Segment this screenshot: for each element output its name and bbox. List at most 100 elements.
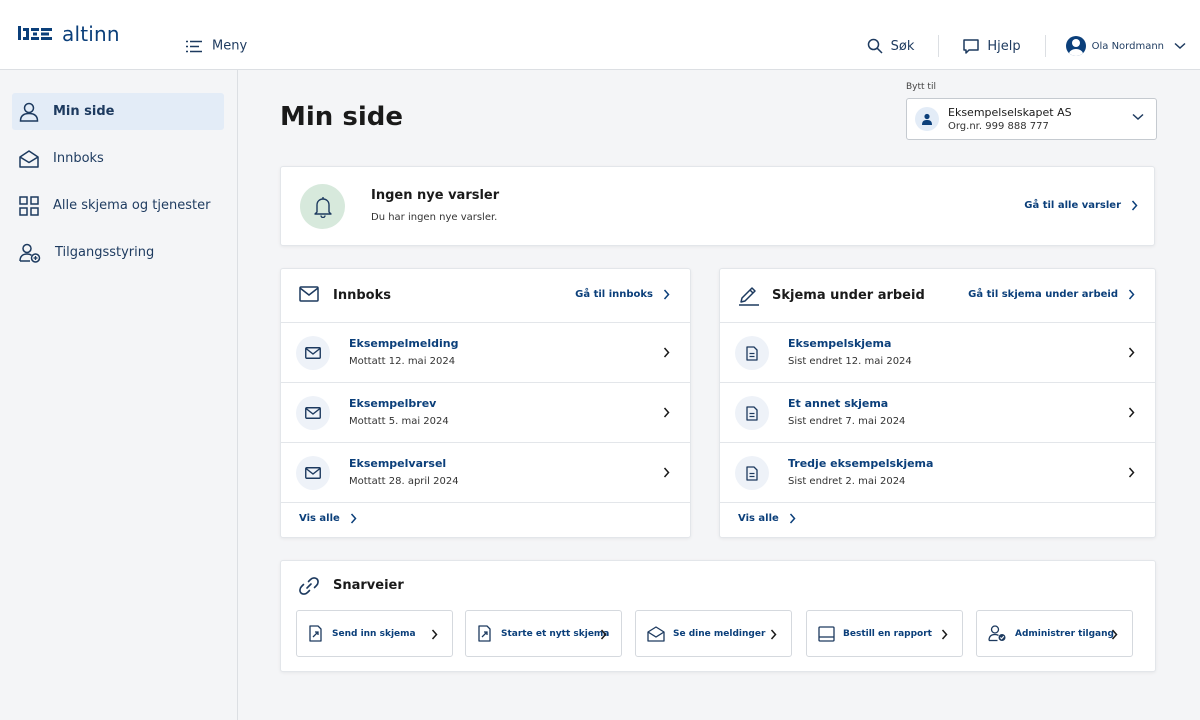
access-icon (19, 243, 41, 263)
inbox-icon (19, 149, 39, 168)
new-form-icon (478, 625, 491, 642)
company-avatar (915, 107, 939, 131)
user-name: Ola Nordmann (1091, 40, 1164, 52)
altinn-logo[interactable]: altinn (18, 22, 120, 46)
help-chat-icon (963, 38, 980, 54)
user-menu[interactable]: Ola Nordmann (1046, 36, 1186, 56)
chevron-right-icon (663, 289, 670, 300)
link-label: Gå til alle varsler (1024, 200, 1121, 211)
item-date: Mottatt 5. mai 2024 (349, 416, 449, 427)
pencil-icon (739, 287, 759, 306)
inbox-list-item[interactable]: Eksempelmelding Mottatt 12. mai 2024 (281, 323, 690, 383)
item-title: Eksempelbrev (349, 397, 437, 410)
alerts-title: Ingen nye varsler (371, 188, 500, 203)
sidebar-item-label: Innboks (53, 151, 104, 166)
go-to-forms-link[interactable]: Gå til skjema under arbeid (968, 289, 1135, 300)
mail-icon (305, 347, 321, 359)
forms-card-header: Skjema under arbeid Gå til skjema under … (720, 269, 1155, 323)
inbox-card: Innboks Gå til innboks Eksempelmelding M… (280, 268, 691, 538)
item-date: Sist endret 7. mai 2024 (788, 416, 906, 427)
item-date: Sist endret 2. mai 2024 (788, 476, 906, 487)
document-icon (746, 405, 758, 421)
inbox-view-all-link[interactable]: Vis alle (299, 513, 357, 524)
sidebar-item-min-side[interactable]: Min side (12, 93, 224, 130)
chevron-right-icon (1128, 467, 1135, 478)
item-date: Sist endret 12. mai 2024 (788, 356, 912, 367)
shortcut-label: Starte et nytt skjema (501, 628, 610, 639)
help-button[interactable]: Hjelp (939, 35, 1044, 57)
shortcut-label: Se dine meldinger (673, 628, 766, 639)
document-icon-badge (735, 336, 769, 370)
help-label: Hjelp (987, 38, 1021, 54)
switcher-org-number: Org.nr. 999 888 777 (948, 121, 1049, 132)
chevron-right-icon (789, 513, 796, 524)
inbox-list-item[interactable]: Eksempelvarsel Mottatt 28. april 2024 (281, 443, 690, 503)
inbox-list-item[interactable]: Eksempelbrev Mottatt 5. mai 2024 (281, 383, 690, 443)
bell-badge (300, 184, 345, 229)
chevron-right-icon (663, 407, 670, 418)
form-list-item[interactable]: Et annet skjema Sist endret 7. mai 2024 (720, 383, 1155, 443)
shortcut-order-report[interactable]: Bestill en rapport (806, 610, 963, 657)
avatar (1065, 36, 1086, 56)
document-icon-badge (735, 396, 769, 430)
search-button[interactable]: Søk (843, 35, 939, 57)
item-title: Tredje eksempelskjema (788, 457, 934, 470)
go-to-inbox-link[interactable]: Gå til innboks (575, 289, 670, 300)
shortcut-see-messages[interactable]: Se dine meldinger (635, 610, 792, 657)
chevron-right-icon (1111, 629, 1118, 640)
shortcut-send-form[interactable]: Send inn skjema (296, 610, 453, 657)
shortcut-label: Bestill en rapport (843, 628, 932, 639)
inbox-card-header: Innboks Gå til innboks (281, 269, 690, 323)
shortcuts-title: Snarveier (333, 578, 404, 593)
document-icon (746, 465, 758, 481)
sidebar-item-tilgangsstyring[interactable]: Tilgangsstyring (12, 234, 224, 271)
main-content: Min side Bytt til Eksempelselskapet AS O… (238, 70, 1200, 720)
all-alerts-link[interactable]: Gå til alle varsler (1024, 200, 1138, 211)
sidebar-item-label: Min side (53, 104, 115, 119)
shortcut-manage-access[interactable]: Administrer tilgang (976, 610, 1133, 657)
mail-icon (299, 286, 319, 302)
admin-access-icon (988, 625, 1006, 642)
alerts-card: Ingen nye varsler Du har ingen nye varsl… (280, 166, 1155, 246)
sidebar-item-label: Tilgangsstyring (55, 245, 155, 260)
chevron-down-icon (1132, 113, 1144, 121)
item-title: Et annet skjema (788, 397, 889, 410)
sidebar-item-alle-skjema[interactable]: Alle skjema og tjenester (12, 187, 224, 224)
chevron-down-icon (1174, 42, 1186, 50)
form-list-item[interactable]: Eksempelskjema Sist endret 12. mai 2024 (720, 323, 1155, 383)
sidebar: Min side Innboks Alle skjema og tjeneste… (0, 70, 238, 720)
sidebar-item-innboks[interactable]: Innboks (12, 140, 224, 177)
user-icon (19, 102, 39, 122)
header-actions: Søk Hjelp Ola Nordmann (843, 31, 1186, 61)
link-label: Gå til innboks (575, 289, 653, 300)
shortcut-new-form[interactable]: Starte et nytt skjema (465, 610, 622, 657)
chevron-right-icon (941, 629, 948, 640)
link-icon (299, 577, 319, 595)
shortcut-label: Send inn skjema (332, 628, 416, 639)
account-switcher[interactable]: Eksempelselskapet AS Org.nr. 999 888 777 (906, 98, 1157, 140)
open-mail-icon (647, 625, 665, 642)
item-title: Eksempelvarsel (349, 457, 447, 470)
menu-icon (186, 40, 202, 52)
shortcuts-card: Snarveier Send inn skjema Starte et nytt… (280, 560, 1156, 672)
chevron-right-icon (431, 629, 438, 640)
search-icon (867, 38, 883, 54)
forms-view-all-link[interactable]: Vis alle (738, 513, 796, 524)
mail-icon (305, 467, 321, 479)
document-icon-badge (735, 456, 769, 490)
item-date: Mottatt 28. april 2024 (349, 476, 459, 487)
item-title: Eksempelskjema (788, 337, 892, 350)
menu-button[interactable]: Meny (186, 39, 247, 54)
link-label: Vis alle (299, 513, 340, 524)
logo-text: altinn (62, 22, 120, 46)
chevron-right-icon (663, 467, 670, 478)
message-icon-badge (296, 456, 330, 490)
switcher-label: Bytt til (906, 82, 936, 92)
chevron-right-icon (350, 513, 357, 524)
message-icon-badge (296, 396, 330, 430)
form-list-item[interactable]: Tredje eksempelskjema Sist endret 2. mai… (720, 443, 1155, 503)
item-date: Mottatt 12. mai 2024 (349, 356, 456, 367)
shortcut-label: Administrer tilgang (1015, 628, 1114, 639)
chevron-right-icon (1128, 347, 1135, 358)
report-icon (818, 625, 835, 642)
